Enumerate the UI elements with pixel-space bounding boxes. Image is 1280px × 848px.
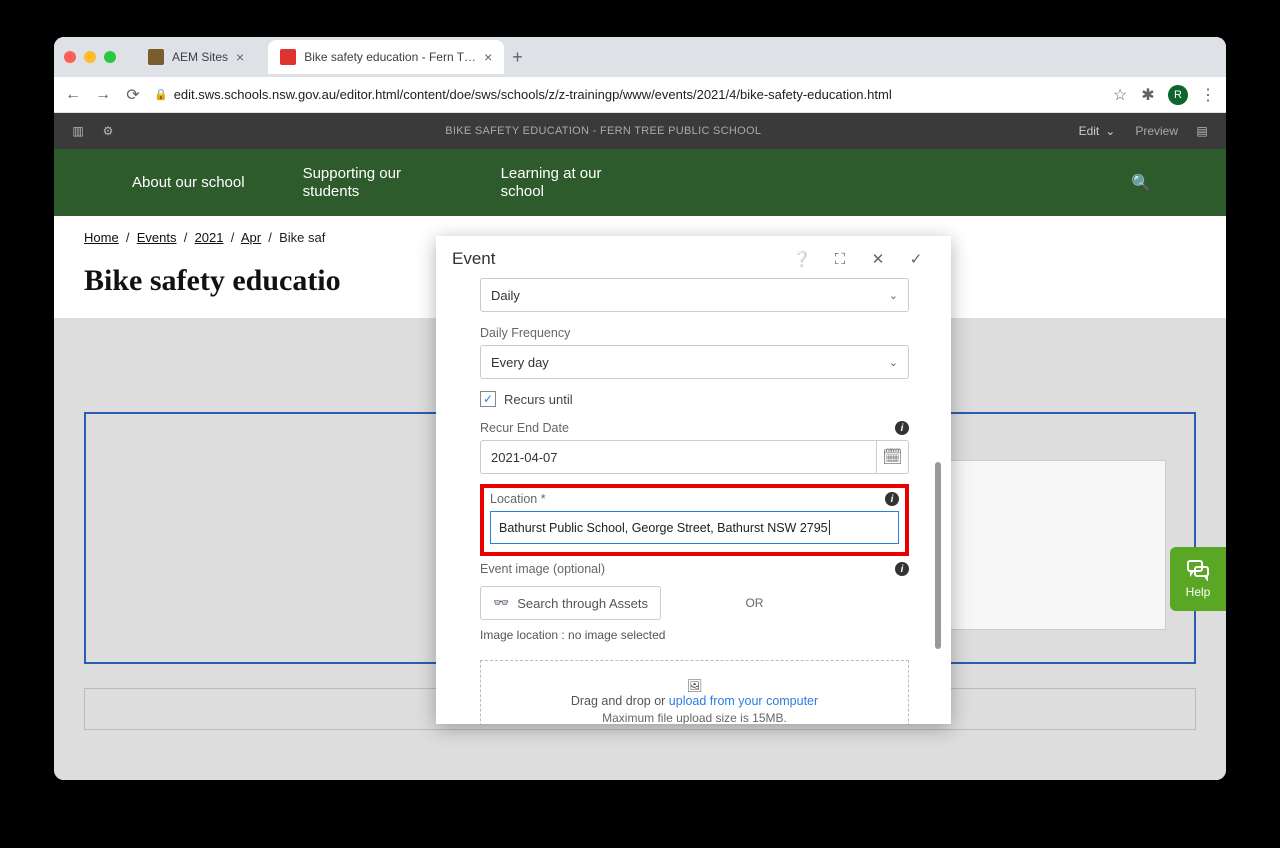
site-navigation: About our school Supporting our students… <box>54 149 1226 216</box>
recurs-until-checkbox[interactable]: ✓ <box>480 391 496 407</box>
url-field[interactable]: 🔒 edit.sws.schools.nsw.gov.au/editor.htm… <box>154 87 1100 102</box>
side-panel-icon[interactable]: ▥ <box>68 121 88 141</box>
event-dialog: Event ❔ ⛶ ✕ ✓ Daily⌄ Daily Frequency Eve… <box>436 236 951 724</box>
chevron-down-icon: ⌄ <box>889 356 898 369</box>
search-assets-button[interactable]: 👓 Search through Assets <box>480 586 661 620</box>
recurs-until-label: Recurs until <box>504 392 573 407</box>
or-label: OR <box>745 596 763 610</box>
image-icon: 🖼 <box>491 679 898 694</box>
aem-favicon-icon <box>148 49 164 65</box>
edit-mode-dropdown[interactable]: Edit⌄ <box>1079 124 1116 138</box>
location-input[interactable]: Bathurst Public School, George Street, B… <box>490 511 899 544</box>
upload-dropzone[interactable]: 🖼 Drag and drop or upload from your comp… <box>480 660 909 724</box>
crumb-month[interactable]: Apr <box>241 230 261 245</box>
crumb-year[interactable]: 2021 <box>195 230 224 245</box>
close-icon[interactable]: × <box>484 49 492 65</box>
page-title: Bike safety educatio <box>84 264 341 298</box>
recurs-until-row: ✓ Recurs until <box>480 391 909 407</box>
recur-end-label: Recur End Date i <box>480 421 909 435</box>
tab-bar: AEM Sites × Bike safety education - Fern… <box>54 37 1226 77</box>
breadcrumb: Home / Events / 2021 / Apr / Bike saf <box>84 230 325 245</box>
dialog-title: Event <box>452 249 495 269</box>
recurrence-select[interactable]: Daily⌄ <box>480 278 909 312</box>
crumb-page: Bike saf <box>279 230 325 245</box>
chevron-down-icon: ⌄ <box>1105 124 1115 138</box>
calendar-icon[interactable]: 🗓 <box>877 440 909 474</box>
info-icon[interactable]: i <box>895 562 909 576</box>
help-button[interactable]: Help <box>1170 547 1226 611</box>
page-info-icon[interactable]: ▤ <box>1192 121 1212 141</box>
upload-link[interactable]: upload from your computer <box>669 694 818 708</box>
crumb-events[interactable]: Events <box>137 230 177 245</box>
event-image-label: Event image (optional) i <box>480 562 909 576</box>
url-text: edit.sws.schools.nsw.gov.au/editor.html/… <box>174 87 892 102</box>
nsw-favicon-icon <box>280 49 296 65</box>
extensions-icon[interactable]: ✱ <box>1140 85 1156 105</box>
preview-button[interactable]: Preview <box>1135 124 1178 138</box>
chevron-down-icon: ⌄ <box>889 289 898 302</box>
image-location-text: Image location : no image selected <box>480 628 909 642</box>
aem-toolbar: ▥ ⚙ BIKE SAFETY EDUCATION - FERN TREE PU… <box>54 113 1226 149</box>
nav-learning[interactable]: Learning at our school <box>501 165 641 201</box>
binoculars-icon: 👓 <box>493 595 509 611</box>
location-label: Location * i <box>490 492 899 506</box>
lock-icon: 🔒 <box>154 88 168 101</box>
crumb-home[interactable]: Home <box>84 230 119 245</box>
reload-button[interactable]: ⟳ <box>124 86 142 104</box>
tab-label: Bike safety education - Fern T… <box>304 50 476 64</box>
info-icon[interactable]: i <box>885 492 899 506</box>
daily-frequency-label: Daily Frequency <box>480 326 909 340</box>
star-icon[interactable]: ☆ <box>1112 85 1128 105</box>
window-maximize-button[interactable] <box>104 51 116 63</box>
nav-supporting[interactable]: Supporting our students <box>303 165 443 201</box>
address-bar: ← → ⟳ 🔒 edit.sws.schools.nsw.gov.au/edit… <box>54 77 1226 113</box>
location-highlight: Location * i Bathurst Public School, Geo… <box>480 484 909 556</box>
forward-button[interactable]: → <box>94 86 112 104</box>
tab-label: AEM Sites <box>172 50 228 64</box>
close-icon[interactable]: × <box>236 49 244 65</box>
browser-window: AEM Sites × Bike safety education - Fern… <box>54 37 1226 780</box>
chat-icon <box>1186 559 1210 581</box>
window-close-button[interactable] <box>64 51 76 63</box>
aem-page-title: BIKE SAFETY EDUCATION - FERN TREE PUBLIC… <box>128 125 1079 137</box>
submit-icon[interactable]: ✓ <box>897 250 935 268</box>
close-icon[interactable]: ✕ <box>859 250 897 268</box>
text-caret <box>829 520 830 535</box>
new-tab-button[interactable]: + <box>512 47 523 68</box>
fullscreen-icon[interactable]: ⛶ <box>821 251 859 268</box>
tab-bike-safety[interactable]: Bike safety education - Fern T… × <box>268 40 504 74</box>
daily-frequency-select[interactable]: Every day⌄ <box>480 345 909 379</box>
max-size-text: Maximum file upload size is 15MB. <box>491 711 898 724</box>
recur-end-date-field: 2021-04-07 🗓 <box>480 440 909 474</box>
info-icon[interactable]: i <box>895 421 909 435</box>
window-minimize-button[interactable] <box>84 51 96 63</box>
dialog-body: Daily⌄ Daily Frequency Every day⌄ ✓ Recu… <box>436 274 951 724</box>
search-icon[interactable]: 🔍 <box>1131 173 1151 193</box>
settings-icon[interactable]: ⚙ <box>98 121 118 141</box>
menu-icon[interactable]: ⋮ <box>1200 85 1216 105</box>
nav-about[interactable]: About our school <box>132 174 245 192</box>
help-icon[interactable]: ❔ <box>783 250 821 268</box>
back-button[interactable]: ← <box>64 86 82 104</box>
recur-end-date-input[interactable]: 2021-04-07 <box>480 440 877 474</box>
profile-avatar[interactable]: R <box>1168 85 1188 105</box>
tab-aem-sites[interactable]: AEM Sites × <box>136 40 256 74</box>
